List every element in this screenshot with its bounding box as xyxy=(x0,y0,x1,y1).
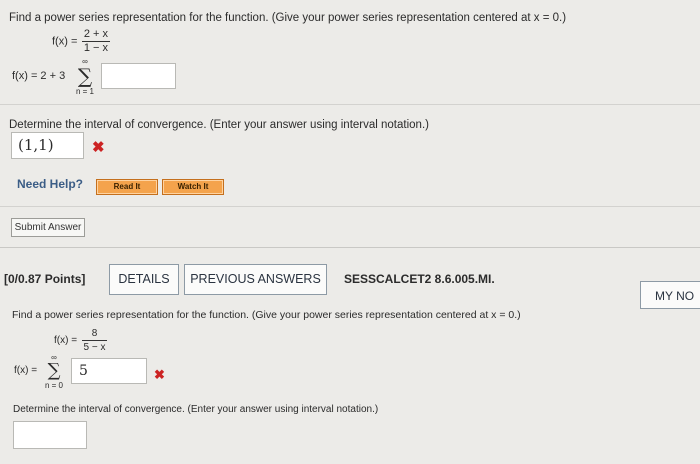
q2-series-input[interactable]: 5 xyxy=(71,358,147,384)
details-button[interactable]: DETAILS xyxy=(109,264,179,295)
points-label: [0/0.87 Points] xyxy=(4,272,86,286)
q1-summation: ∞ ∑ n = 1 xyxy=(73,58,97,96)
incorrect-icon: ✖ xyxy=(154,367,165,382)
sigma-icon: ∑ xyxy=(77,64,93,88)
q2-fraction: 8 5 − x xyxy=(81,327,108,354)
q1-numerator: 2 + x xyxy=(81,28,110,42)
q1-series-input[interactable] xyxy=(101,63,176,89)
incorrect-icon: ✖ xyxy=(92,139,105,156)
q1-function: f(x) = 2 + x 1 − x xyxy=(52,28,110,55)
q2-f-lhs: f(x) = xyxy=(54,335,78,346)
need-help-label: Need Help? xyxy=(17,177,84,191)
q2-numerator: 8 xyxy=(81,327,108,341)
previous-answers-button[interactable]: PREVIOUS ANSWERS xyxy=(184,264,327,295)
sigma-icon: ∑ xyxy=(47,360,61,381)
problem-code: SESSCALCET2 8.6.005.MI. xyxy=(344,272,495,286)
watch-it-button[interactable]: Watch It xyxy=(162,179,224,195)
read-it-button[interactable]: Read It xyxy=(96,179,158,195)
q2-summation: ∞ ∑ n = 0 xyxy=(42,354,66,390)
q2-interval-input[interactable] xyxy=(13,421,87,449)
q2-sum-lower: n = 0 xyxy=(44,381,63,390)
q2-prompt: Find a power series representation for t… xyxy=(12,309,521,321)
q1-interval-prompt: Determine the interval of convergence. (… xyxy=(9,119,429,131)
divider xyxy=(0,104,700,105)
q1-prompt: Find a power series representation for t… xyxy=(9,12,567,24)
section-divider xyxy=(0,247,700,248)
q2-series-lhs: f(x) = xyxy=(14,365,38,376)
divider xyxy=(0,206,700,207)
submit-answer-button[interactable]: Submit Answer xyxy=(11,218,85,237)
my-notes-button[interactable]: MY NO xyxy=(640,281,700,309)
q1-f-lhs: f(x) = xyxy=(52,35,78,48)
q1-fraction: 2 + x 1 − x xyxy=(81,28,110,55)
q2-interval-prompt: Determine the interval of convergence. (… xyxy=(13,404,379,415)
q1-interval-input[interactable]: (1,1) xyxy=(11,132,84,159)
q1-sum-lower: n = 1 xyxy=(75,87,94,96)
q2-function: f(x) = 8 5 − x xyxy=(54,327,108,354)
q1-series-lhs: f(x) = 2 + 3 xyxy=(12,70,66,82)
q2-denominator: 5 − x xyxy=(83,342,106,353)
q1-denominator: 1 − x xyxy=(83,42,108,54)
